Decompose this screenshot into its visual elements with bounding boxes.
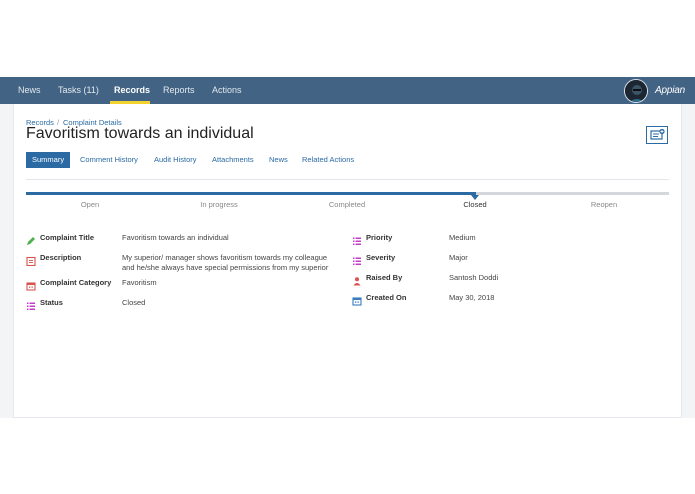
- related-action-button[interactable]: [646, 126, 668, 144]
- top-navigation-bar: News Tasks (11) Records Reports Actions: [0, 77, 695, 104]
- new-record-icon: [650, 128, 665, 140]
- page-gutter-right: [682, 104, 695, 418]
- avatar[interactable]: [624, 79, 648, 103]
- tab-comment-history[interactable]: Comment History: [80, 152, 138, 168]
- nav-item-tasks[interactable]: Tasks (11): [58, 77, 99, 104]
- status-step-in-progress: In progress: [200, 200, 238, 209]
- tab-attachments[interactable]: Attachments: [212, 152, 254, 168]
- priority-label: Priority: [366, 233, 393, 242]
- nav-item-reports[interactable]: Reports: [163, 77, 195, 104]
- appian-logo: Appian: [655, 85, 685, 96]
- tab-audit-history[interactable]: Audit History: [154, 152, 197, 168]
- complaint-title-label: Complaint Title: [40, 233, 95, 242]
- page-title: Favoritism towards an individual: [26, 125, 254, 142]
- complaint-category-label: Complaint Category: [40, 278, 112, 287]
- list-icon: [353, 257, 361, 265]
- status-value: Closed: [122, 298, 146, 307]
- description-line: and he/she always have special permissio…: [122, 263, 329, 272]
- tab-divider: [26, 179, 669, 180]
- complaint-category-value: Favoritism: [122, 278, 157, 287]
- calendar-icon: [352, 297, 362, 306]
- status-step-completed: Completed: [328, 200, 366, 209]
- description-value: My superior/ manager shows favoritism to…: [122, 253, 347, 273]
- complaint-title-value: Favoritism towards an individual: [122, 233, 229, 242]
- nav-item-actions[interactable]: Actions: [212, 77, 242, 104]
- tab-summary[interactable]: Summary: [26, 152, 71, 168]
- tab-related-actions[interactable]: Related Actions: [302, 152, 354, 168]
- status-progress-fill: [26, 192, 477, 195]
- clipboard-icon: [26, 256, 36, 266]
- status-step-open: Open: [80, 200, 100, 209]
- priority-value: Medium: [449, 233, 476, 242]
- status-label: Status: [40, 298, 63, 307]
- created-on-value: May 30, 2018: [449, 293, 495, 302]
- description-label: Description: [40, 253, 82, 262]
- calendar-icon: [26, 282, 36, 291]
- severity-label: Severity: [366, 253, 396, 262]
- user-icon: [353, 277, 361, 286]
- nav-item-records[interactable]: Records: [114, 77, 150, 104]
- status-step-reopen: Reopen: [590, 200, 618, 209]
- list-icon: [27, 302, 35, 310]
- nav-item-news[interactable]: News: [18, 77, 41, 104]
- raised-by-value: Santosh Doddi: [449, 273, 499, 282]
- tab-news[interactable]: News: [269, 152, 288, 168]
- pencil-icon: [27, 237, 35, 245]
- severity-value: Major: [449, 253, 468, 262]
- created-on-label: Created On: [366, 293, 407, 302]
- raised-by-label: Raised By: [366, 273, 403, 282]
- description-line: My superior/ manager shows favoritism to…: [122, 253, 328, 262]
- list-icon: [353, 237, 361, 245]
- status-step-closed: Closed: [463, 200, 487, 209]
- page-gutter-left: [0, 104, 13, 418]
- status-progress-bar: [26, 192, 669, 195]
